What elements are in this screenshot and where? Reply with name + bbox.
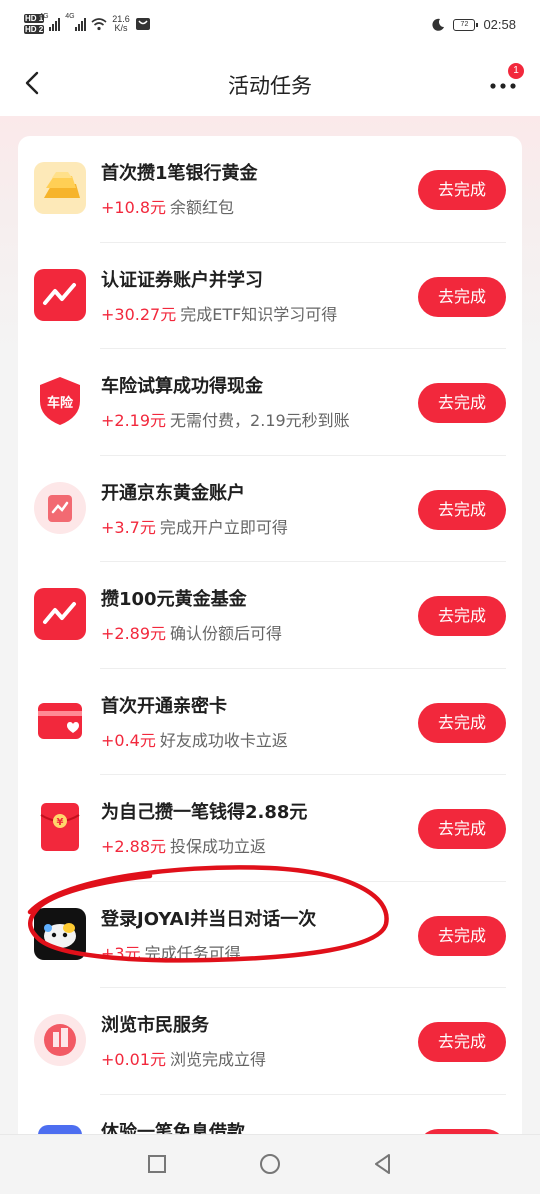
task-description: 无需付费，2.19元秒到账 [170,411,350,430]
intimate-card-icon [38,702,82,739]
task-description: 好友成功收卡立返 [159,730,288,750]
more-badge: 1 [508,63,524,79]
task-reward: +2.89元 [101,624,167,643]
task-item: 登录JOYAI并当日对话一次 +3元 完成任务可得 去完成 [18,882,522,988]
task-subtitle: +2.19元 无需付费，2.19元秒到账 [101,407,350,431]
status-right: 72 02:58 [431,17,516,32]
envelope-symbol: ¥ [57,817,64,828]
complete-task-button[interactable]: 去完成 [418,170,506,210]
task-reward: +2.19元 [101,411,167,430]
task-reward: +10.8元 [101,198,167,217]
status-bar: HD 1 HD 2 4G 4G 21.6 K/s 72 02:58 [0,0,540,50]
gold-account-icon [34,481,86,534]
task-description: 完成ETF知识学习可得 [180,304,338,324]
complete-task-button[interactable]: 去完成 [418,276,506,317]
task-title: 车险试算成功得现金 [101,376,263,397]
task-subtitle: +3.7元 完成开户立即可得 [101,514,288,538]
battery-icon: 72 [453,18,479,31]
complete-task-button[interactable]: 去完成 [418,1022,506,1062]
status-left: HD 1 HD 2 4G 4G 21.6 K/s [24,13,151,34]
complete-task-button[interactable]: 去完成 [418,915,506,956]
task-subtitle: +0.4元 好友成功收卡立返 [101,727,288,751]
clock: 02:58 [483,17,516,32]
signal-1-icon: 4G [39,13,61,31]
task-item: ¥ 为自己攒一笔钱得2.88元 +2.88元 投保成功立返 去完成 [18,775,522,882]
task-item: 首次攒1笔银行黄金 +10.8元 余额红包 去完成 [18,136,522,243]
task-description: 确认份额后可得 [170,624,283,643]
task-item: 车险 车险试算成功得现金 +2.19元 无需付费，2.19元秒到账 去完成 [18,349,522,456]
task-description: 完成任务可得 [144,943,241,963]
complete-task-button[interactable]: 去完成 [418,702,506,743]
moon-icon [432,18,445,31]
task-description: 余额红包 [170,198,235,217]
recent-apps-icon[interactable] [144,1151,170,1177]
task-list-card: 首次攒1笔银行黄金 +10.8元 余额红包 去完成 认证证券账户并学习 +30.2… [18,136,522,1194]
hd-badge-2: HD 2 [24,25,45,34]
home-icon[interactable] [257,1151,283,1177]
task-reward: +3.7元 [101,517,156,537]
stock-chart-icon [34,268,86,321]
complete-task-button[interactable]: 去完成 [418,489,506,530]
task-subtitle: +2.88元 投保成功立返 [101,833,266,857]
task-item: 认证证券账户并学习 +30.27元 完成ETF知识学习可得 去完成 [18,243,522,349]
notification-icon [135,18,150,30]
nav-bar: 活动任务 1 [0,50,540,116]
network-speed: 21.6 K/s [112,14,130,33]
task-reward: +30.27元 [101,304,177,324]
task-description: 完成开户立即可得 [159,517,288,537]
task-title: 开通京东黄金账户 [101,482,245,504]
task-subtitle: +0.01元 浏览完成立得 [101,1046,266,1070]
back-triangle-icon[interactable] [370,1151,396,1177]
fund-chart-icon [34,588,86,640]
car-insurance-shield-icon: 车险 [40,377,80,425]
system-navigation-bar [0,1134,540,1194]
complete-task-button[interactable]: 去完成 [418,383,506,423]
wifi-icon [91,17,107,30]
red-envelope-icon: ¥ [40,803,80,851]
page-title: 活动任务 [228,74,312,98]
complete-task-button[interactable]: 去完成 [418,809,506,849]
task-title: 攒100元黄金基金 [101,589,247,610]
task-item: 浏览市民服务 +0.01元 浏览完成立得 去完成 [18,988,522,1095]
citizen-service-icon [34,1014,86,1066]
complete-task-button[interactable]: 去完成 [418,596,506,636]
task-title: 认证证券账户并学习 [101,269,263,291]
task-reward: +3元 [101,943,141,963]
task-title: 首次开通亲密卡 [101,695,227,717]
task-item: 开通京东黄金账户 +3.7元 完成开户立即可得 去完成 [18,456,522,562]
task-title: 浏览市民服务 [101,1015,209,1036]
task-reward: +2.88元 [101,837,167,856]
task-reward: +0.01元 [101,1050,167,1069]
task-subtitle: +10.8元 余额红包 [101,194,234,218]
task-subtitle: +2.89元 确认份额后可得 [101,620,282,644]
task-item: 首次开通亲密卡 +0.4元 好友成功收卡立返 去完成 [18,669,522,775]
task-title: 登录JOYAI并当日对话一次 [101,908,317,930]
joyai-app-icon [34,907,86,960]
task-title: 首次攒1笔银行黄金 [101,163,258,184]
task-reward: +0.4元 [101,730,156,750]
task-item: 攒100元黄金基金 +2.89元 确认份额后可得 去完成 [18,562,522,669]
signal-2-icon: 4G [65,13,87,31]
task-description: 浏览完成立得 [170,1050,267,1069]
task-subtitle: +3元 完成任务可得 [101,940,241,964]
task-subtitle: +30.27元 完成ETF知识学习可得 [101,301,337,325]
gold-bar-icon [34,162,86,214]
task-description: 投保成功立返 [170,837,267,856]
shield-text: 车险 [47,395,74,411]
task-title: 为自己攒一笔钱得2.88元 [101,802,308,823]
